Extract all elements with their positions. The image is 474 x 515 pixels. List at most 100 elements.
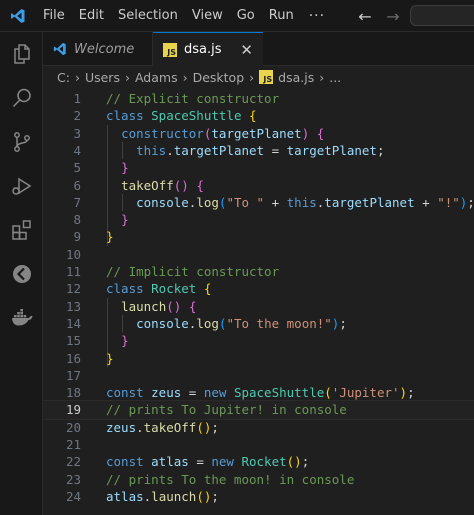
back-arrow-icon[interactable]: ← [356,7,374,26]
line-number: 10 [65,246,81,262]
code-token: targetPlanet [211,125,302,141]
code-line[interactable]: 5 } [43,159,474,176]
line-code: // prints To Jupiter! in console [106,401,347,418]
line-code: // Implicit constructor [106,263,279,280]
code-token: // Explicit constructor [106,91,280,106]
code-token: + [264,194,287,210]
code-token: this [286,194,317,210]
code-line[interactable]: 4 this.targetPlanet = targetPlanet; [43,142,474,159]
code-token: } [106,350,114,366]
code-line[interactable]: 2 class SpaceShuttle { [43,107,474,124]
menu-more-icon[interactable]: ··· [301,8,333,24]
code-editor[interactable]: 1 // Explicit constructor 2 class SpaceShut… [42,88,474,515]
line-number: 1 [73,91,81,106]
line-number: 19 [65,402,81,418]
menu-edit[interactable]: Edit [72,0,111,32]
code-line[interactable]: 10 [43,246,474,263]
breadcrumb-adams[interactable]: Adams [135,70,178,85]
docker-icon[interactable] [0,298,43,338]
code-token: ; [467,195,474,210]
code-line[interactable]: 19 // prints To Jupiter! in console [42,400,474,420]
source-control-icon[interactable] [0,122,43,162]
line-code: // Explicit constructor [106,90,279,107]
code-line[interactable]: 20 zeus.takeOff(); [43,419,474,436]
code-token: atlas [106,488,144,504]
code-token: zeus [151,385,182,401]
line-number: 6 [73,177,81,193]
menu-run[interactable]: Run [262,0,301,32]
code-token: SpaceShuttle [151,108,242,124]
code-token: } [121,160,129,176]
tab-dsa-js-label: dsa.js [184,42,222,57]
code-line[interactable]: 3 constructor(targetPlanet) { [43,125,474,142]
code-token: . [136,419,144,435]
code-line[interactable]: 17 [43,367,474,384]
menu-go[interactable]: Go [230,0,262,32]
menu-file[interactable]: File [36,0,72,32]
menu-selection[interactable]: Selection [111,0,185,32]
code-token: () [196,419,212,435]
line-code: zeus.takeOff(); [106,419,219,436]
line-code: launch() { [106,298,196,315]
code-token: () [286,454,302,470]
code-line[interactable]: 23 // prints To the moon! in console [43,471,474,488]
breadcrumb-file[interactable]: dsa.js [278,70,314,85]
code-token: } [106,229,114,245]
code-line[interactable]: 15 } [43,332,474,349]
breadcrumb-desktop[interactable]: Desktop [193,70,245,85]
code-token: 'Jupiter' [331,385,400,401]
command-center-search[interactable] [410,5,474,26]
line-code: const atlas = new Rocket(); [106,453,309,470]
code-line[interactable]: 14 console.log("To the moon!"); [43,315,474,332]
remote-explorer-icon[interactable] [0,254,43,294]
explorer-files-icon[interactable] [0,34,43,74]
code-line[interactable]: 24 atlas.launch(); [43,488,474,505]
line-number: 13 [65,298,81,314]
search-icon[interactable] [0,78,43,118]
line-code: // prints To the moon! in console [106,471,354,488]
code-line[interactable]: 18 const zeus = new SpaceShuttle('Jupiter… [43,384,474,401]
code-line[interactable]: 9} [43,228,474,245]
close-icon[interactable]: ✕ [240,41,253,59]
code-token: launch [121,298,167,314]
code-line[interactable]: 6 takeOff() { [43,177,474,194]
line-number: 16 [65,350,81,366]
code-line[interactable]: 8 } [43,211,474,228]
code-token: = [181,385,204,401]
line-code: takeOff() { [106,177,204,194]
run-and-debug-icon[interactable] [0,166,43,206]
code-token: + [414,194,438,210]
breadcrumb-users[interactable]: Users [85,70,120,85]
line-number: 5 [73,160,81,176]
line-code: class SpaceShuttle { [106,107,257,124]
code-token: () [196,488,212,504]
code-line[interactable]: 16} [43,350,474,367]
code-line[interactable]: 11 // Implicit constructor [43,263,474,280]
code-line[interactable]: 12 class Rocket { [43,280,474,297]
line-number: 11 [65,264,81,279]
code-line[interactable]: 1 // Explicit constructor [43,90,474,107]
code-token: SpaceShuttle [233,385,325,401]
menu-view[interactable]: View [185,0,230,32]
tab-dsa-js[interactable]: JS dsa.js ✕ [153,32,263,66]
code-line[interactable]: 21 [43,436,474,453]
tab-welcome[interactable]: Welcome [43,32,153,66]
code-token: () [173,177,189,193]
code-token: } [121,333,129,349]
breadcrumb-drive[interactable]: C: [57,70,70,85]
code-line[interactable]: 13 launch() { [43,298,474,315]
line-code: } [106,211,129,228]
forward-arrow-icon[interactable]: → [384,7,402,26]
code-line[interactable]: 22 const atlas = new Rocket(); [43,453,474,470]
line-code: this.targetPlanet = targetPlanet; [106,142,384,159]
code-line[interactable]: 7 console.log("To " + this.targetPlanet … [43,194,474,211]
line-code: } [106,350,114,367]
code-token: "To " [226,194,265,210]
extensions-icon[interactable] [0,210,43,250]
breadcrumb-symbol[interactable]: ... [329,70,341,85]
